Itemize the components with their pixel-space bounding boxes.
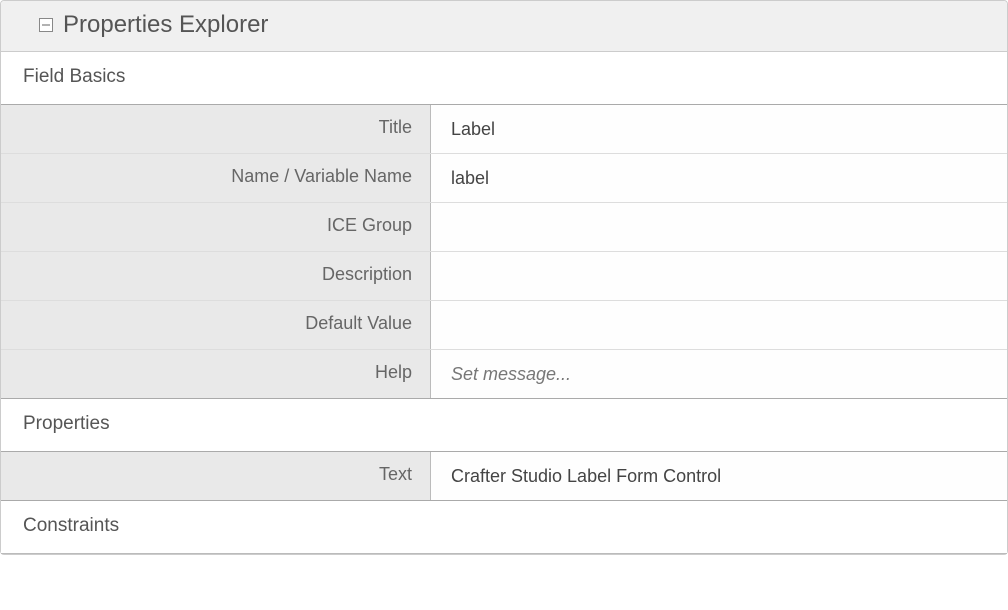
row-description: Description xyxy=(1,252,1007,301)
section-properties: Text Crafter Studio Label Form Control xyxy=(1,452,1007,501)
label-description: Description xyxy=(1,252,431,300)
section-field-basics: Title Label Name / Variable Name label I… xyxy=(1,105,1007,399)
section-heading-constraints: Constraints xyxy=(1,501,1007,554)
row-title: Title Label xyxy=(1,105,1007,154)
row-name: Name / Variable Name label xyxy=(1,154,1007,203)
label-title: Title xyxy=(1,105,431,153)
row-ice-group: ICE Group xyxy=(1,203,1007,252)
label-name: Name / Variable Name xyxy=(1,154,431,202)
label-help: Help xyxy=(1,350,431,398)
properties-explorer-panel: Properties Explorer Field Basics Title L… xyxy=(0,0,1008,555)
label-text: Text xyxy=(1,452,431,500)
section-heading-field-basics: Field Basics xyxy=(1,52,1007,105)
value-default-value[interactable] xyxy=(431,301,1007,349)
value-name[interactable]: label xyxy=(431,154,1007,202)
value-text[interactable]: Crafter Studio Label Form Control xyxy=(431,452,1007,500)
section-heading-properties: Properties xyxy=(1,399,1007,452)
row-help: Help Set message... xyxy=(1,350,1007,399)
value-description[interactable] xyxy=(431,252,1007,300)
row-text: Text Crafter Studio Label Form Control xyxy=(1,452,1007,501)
label-ice-group: ICE Group xyxy=(1,203,431,251)
value-title[interactable]: Label xyxy=(431,105,1007,153)
row-default-value: Default Value xyxy=(1,301,1007,350)
collapse-icon[interactable] xyxy=(39,18,53,32)
label-default-value: Default Value xyxy=(1,301,431,349)
value-ice-group[interactable] xyxy=(431,203,1007,251)
panel-header[interactable]: Properties Explorer xyxy=(1,1,1007,52)
panel-title: Properties Explorer xyxy=(63,11,268,39)
value-help[interactable]: Set message... xyxy=(431,350,1007,398)
